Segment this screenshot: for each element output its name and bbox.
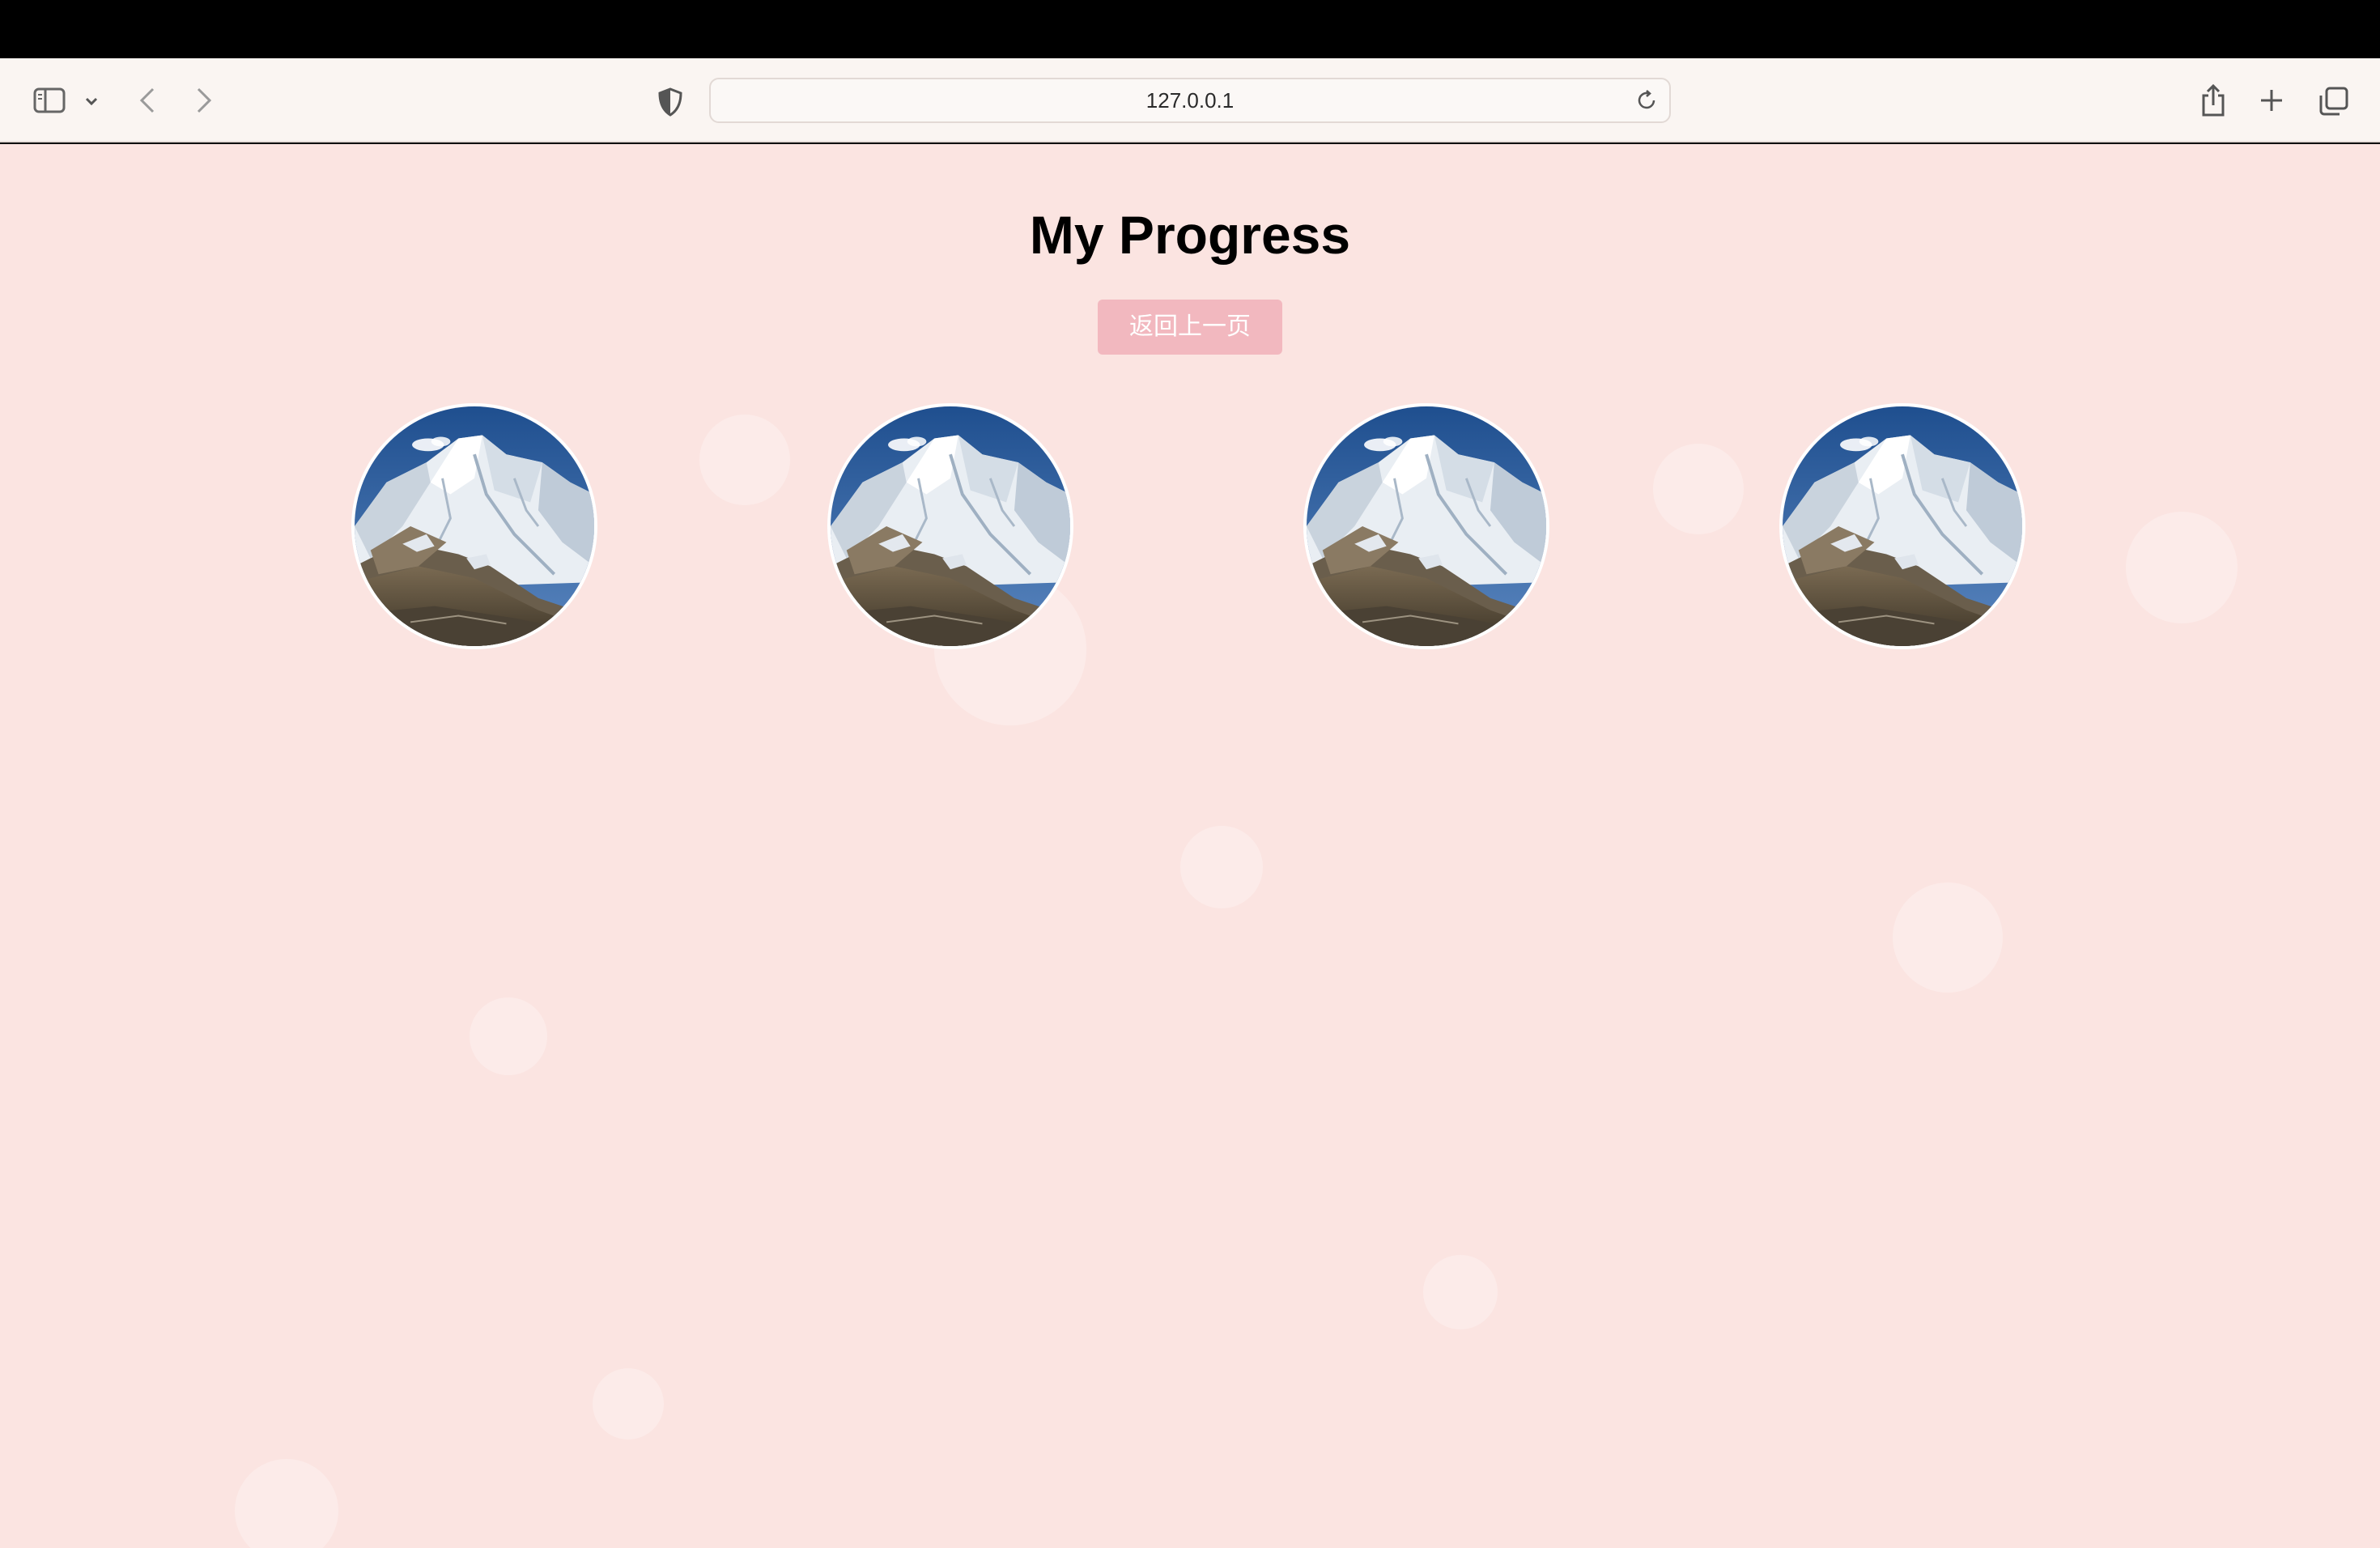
sidebar-toggle-button[interactable]	[31, 83, 68, 118]
privacy-report-button[interactable]	[652, 84, 688, 120]
decorative-bubble	[1180, 826, 1263, 908]
decorative-bubble	[2126, 512, 2238, 623]
progress-image[interactable]	[351, 403, 597, 649]
go-back-button[interactable]: 返回上一页	[1098, 300, 1282, 355]
share-icon	[2202, 83, 2225, 117]
new-tab-plus-icon	[2261, 90, 2282, 111]
reload-button[interactable]	[1634, 87, 1660, 113]
progress-image[interactable]	[827, 403, 1073, 649]
share-button[interactable]	[2195, 81, 2231, 120]
progress-image[interactable]	[1779, 403, 2025, 649]
back-arrow-icon	[139, 87, 155, 113]
back-navigation-button[interactable]	[131, 83, 164, 118]
browser-toolbar: 127.0.0.1	[0, 58, 2380, 142]
page-title: My Progress	[1029, 205, 1351, 265]
reload-icon	[1638, 90, 1655, 109]
decorative-bubble	[1423, 1255, 1498, 1329]
privacy-shield-icon	[658, 87, 682, 117]
decorative-bubble	[235, 1459, 338, 1548]
tab-overview-icon	[2319, 87, 2348, 116]
decorative-bubble	[1653, 444, 1744, 534]
system-top-bar	[0, 0, 2380, 58]
address-bar[interactable]: 127.0.0.1	[709, 78, 1671, 123]
mountain-image	[1307, 406, 1546, 646]
decorative-bubble	[593, 1368, 664, 1440]
forward-arrow-icon	[197, 87, 212, 113]
tab-overview-button[interactable]	[2317, 84, 2351, 118]
page-content: My Progress 返回上一页	[0, 144, 2380, 1548]
decorative-bubble	[1893, 882, 2003, 993]
sidebar-icon	[33, 87, 66, 113]
chevron-down-icon	[85, 97, 98, 106]
decorative-bubble	[470, 997, 547, 1075]
url-text: 127.0.0.1	[1145, 88, 1235, 113]
mountain-image	[831, 406, 1070, 646]
mountain-image	[355, 406, 594, 646]
mountain-image	[1783, 406, 2022, 646]
sidebar-menu-button[interactable]	[81, 91, 102, 112]
new-tab-button[interactable]	[2255, 84, 2288, 117]
decorative-bubble	[699, 415, 790, 505]
progress-image[interactable]	[1303, 403, 1549, 649]
forward-navigation-button[interactable]	[188, 83, 220, 118]
